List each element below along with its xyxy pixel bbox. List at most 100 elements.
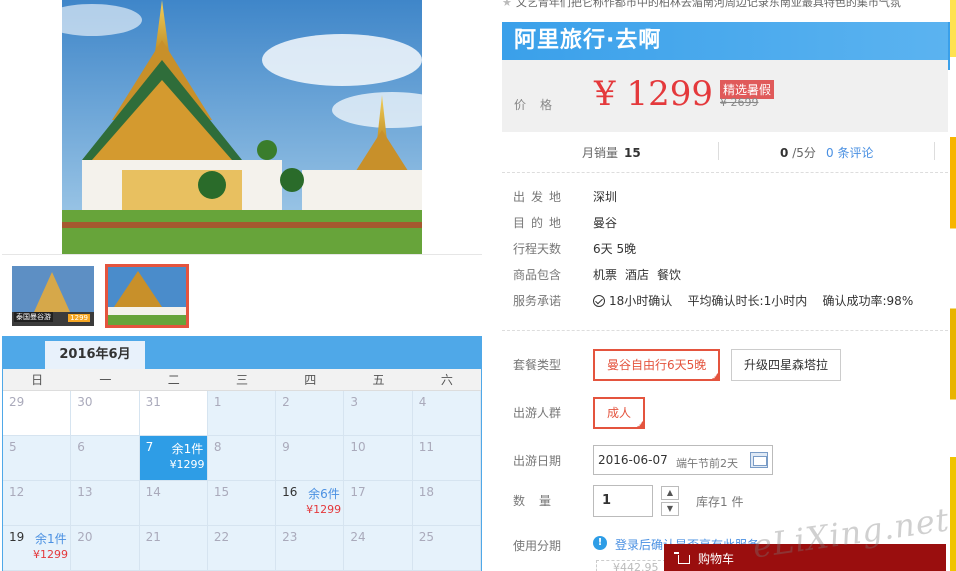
check-circle-icon (593, 295, 605, 307)
calendar-day-number: 18 (418, 485, 434, 499)
calendar-day-number: 21 (145, 530, 161, 544)
calendar-day: 8 (207, 436, 277, 481)
calendar-day: 1 (207, 391, 277, 436)
calendar-month-tab[interactable]: 2016年6月 (45, 341, 145, 369)
thumbnail-2-selected[interactable] (105, 264, 189, 328)
calendar-day-number: 25 (418, 530, 434, 544)
calendar-day-number: 13 (77, 485, 93, 499)
calendar-day-stock: 余6件 (308, 487, 340, 501)
calendar-day: 29 (3, 391, 72, 436)
price-panel: 价格 ¥ 1299 精选暑假 ¥ 2699 (502, 60, 948, 132)
cart-icon (674, 552, 690, 564)
info-service: 服务承诺 18小时确认 平均确认时长:1小时内 确认成功率:98% (513, 294, 914, 308)
calendar-day-number: 30 (77, 395, 93, 409)
installment-label: 使用分期 (513, 539, 562, 553)
calendar-day-number: 1 (213, 395, 222, 409)
calendar-day-number: 5 (9, 440, 17, 454)
star-icon: ★ (502, 0, 512, 9)
travel-date-picker[interactable]: 2016-06-07 端午节前2天 (593, 445, 773, 475)
calendar-day-number: 6 (77, 440, 85, 454)
calendar-day-stock: 余1件 (35, 532, 67, 546)
calendar-day-number: 20 (77, 530, 93, 544)
calendar-day: 25 (412, 526, 481, 571)
calendar-day: 21 (139, 526, 208, 571)
add-to-cart-button[interactable]: 购物车 (664, 544, 946, 571)
calendar-day: 30 (71, 391, 140, 436)
calendar-day-number: 24 (350, 530, 366, 544)
departure-calendar: 2016年6月 日一二三四五六 29 30 31 1 2 3 4 5 6 7 余1件 ¥1299 8 9 1… (2, 336, 482, 571)
calendar-day-number: 23 (282, 530, 298, 544)
thumbnail-1[interactable]: 泰国曼谷游 1299 (12, 266, 94, 326)
quantity-decrease-button[interactable]: ▼ (661, 502, 679, 516)
calendar-day[interactable]: 16 余6件 ¥1299 (276, 481, 345, 526)
calendar-day-number: 4 (418, 395, 427, 409)
calendar-weekdays: 日一二三四五六 (3, 369, 481, 391)
calendar-day: 18 (412, 481, 481, 526)
info-duration: 行程天数 6天 5晚 (513, 242, 637, 256)
stock-text: 库存1 件 (696, 495, 744, 509)
thumbnail-price: 1299 (68, 314, 90, 322)
calendar-day: 17 (344, 481, 413, 526)
info-includes: 商品包含 机票 酒店 餐饮 (513, 268, 682, 282)
calendar-day[interactable]: 19 余1件 ¥1299 (3, 526, 72, 571)
info-destination: 目的地 曼谷 (513, 216, 618, 230)
traveler-option-adult[interactable]: 成人 ✓ (593, 397, 645, 429)
calendar-day: 6 (71, 436, 140, 481)
sales-stats: 月销量 15 0 /5分 0 条评论 (502, 140, 948, 162)
section-divider (502, 330, 948, 331)
brand-banner: 阿里旅行·去啊 (502, 22, 948, 60)
weekday-label: 三 (235, 373, 248, 387)
weekday-label: 二 (167, 373, 180, 387)
calendar-day-number: 16 (282, 485, 298, 499)
calendar-day-number: 19 (9, 530, 25, 544)
calendar-day-number: 29 (9, 395, 25, 409)
calendar-grid: 29 30 31 1 2 3 4 5 6 7 余1件 ¥1299 8 9 10 11 12 13 14 15 16 余6件… (3, 391, 481, 571)
package-option-1[interactable]: 曼谷自由行6天5晚 ✓ (593, 349, 720, 381)
calendar-day-number: 2 (282, 395, 290, 409)
calendar-day: 2 (276, 391, 345, 436)
section-divider (502, 172, 948, 173)
travel-date-hint: 端午节前2天 (676, 457, 738, 470)
calendar-day-number: 9 (282, 440, 290, 454)
calendar-day-selected[interactable]: 7 余1件 ¥1299 (139, 436, 208, 481)
quantity-increase-button[interactable]: ▲ (661, 486, 679, 500)
calendar-day: 15 (207, 481, 277, 526)
weekday-label: 一 (99, 373, 112, 387)
calendar-day: 4 (412, 391, 481, 436)
calendar-day: 10 (344, 436, 413, 481)
weekday-label: 五 (372, 373, 385, 387)
price-label: 价格 (514, 98, 567, 112)
calendar-day-number: 7 (145, 440, 154, 454)
calendar-day: 14 (139, 481, 208, 526)
calendar-day-number: 8 (213, 440, 222, 454)
calendar-day-number: 11 (418, 440, 434, 454)
reviews-link[interactable]: 0 条评论 (826, 144, 873, 161)
info-icon: ! (593, 536, 607, 550)
calendar-day-number: 10 (350, 440, 366, 454)
stats-divider (718, 142, 719, 160)
main-product-photo (62, 0, 422, 254)
calendar-day: 11 (412, 436, 481, 481)
price-value: ¥ 1299 (594, 74, 713, 114)
calendar-icon[interactable] (750, 452, 768, 468)
package-option-2[interactable]: 升级四星森塔拉 (731, 349, 841, 381)
calendar-day-number: 15 (213, 485, 230, 499)
original-price: ¥ 2699 (720, 96, 759, 109)
calendar-day-number: 17 (350, 485, 366, 499)
calendar-day: 23 (276, 526, 345, 571)
calendar-day-number: 14 (145, 485, 161, 499)
calendar-day: 24 (344, 526, 413, 571)
traveler-label: 出游人群 (513, 406, 562, 420)
quantity-input[interactable]: 1 (593, 485, 653, 517)
calendar-day: 22 (207, 526, 277, 571)
calendar-day-number: 3 (350, 395, 359, 409)
calendar-day: 12 (3, 481, 72, 526)
gallery-divider (2, 254, 482, 255)
quantity-label: 数量 (513, 494, 566, 508)
package-label: 套餐类型 (513, 358, 562, 372)
calendar-day: 9 (276, 436, 345, 481)
calendar-header: 2016年6月 (3, 337, 481, 369)
calendar-day: 13 (71, 481, 140, 526)
thumbnail-caption: 泰国曼谷游 (14, 312, 53, 322)
calendar-day-number: 22 (213, 530, 230, 544)
